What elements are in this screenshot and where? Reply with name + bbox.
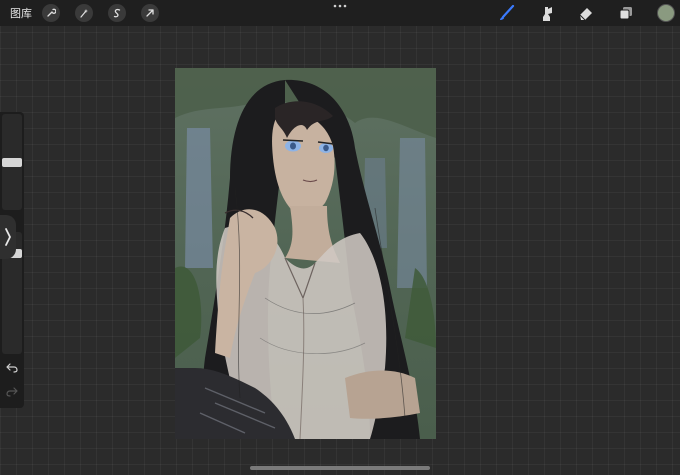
undo-icon[interactable]: [3, 360, 21, 376]
eraser-icon[interactable]: [577, 4, 595, 22]
transform-arrow-icon[interactable]: [141, 4, 159, 22]
magic-wand-icon[interactable]: [75, 4, 93, 22]
smudge-icon[interactable]: [538, 4, 556, 22]
more-options-icon[interactable]: [333, 3, 347, 9]
gallery-button[interactable]: 图库: [10, 5, 32, 21]
chevron-right-icon: [5, 228, 11, 246]
top-toolbar: 图库: [0, 0, 680, 26]
color-picker-swatch[interactable]: [657, 4, 675, 22]
home-indicator: [250, 466, 430, 470]
selection-icon[interactable]: [108, 4, 126, 22]
drawing-canvas[interactable]: [175, 68, 436, 439]
artwork-illustration: [175, 68, 436, 439]
side-toolbar: [0, 112, 24, 408]
wrench-icon[interactable]: [42, 4, 60, 22]
redo-icon[interactable]: [3, 384, 21, 400]
brush-icon[interactable]: [498, 4, 516, 22]
brush-size-thumb[interactable]: [2, 157, 22, 167]
layers-icon[interactable]: [617, 4, 635, 22]
sidebar-collapse-tab[interactable]: [0, 215, 16, 259]
